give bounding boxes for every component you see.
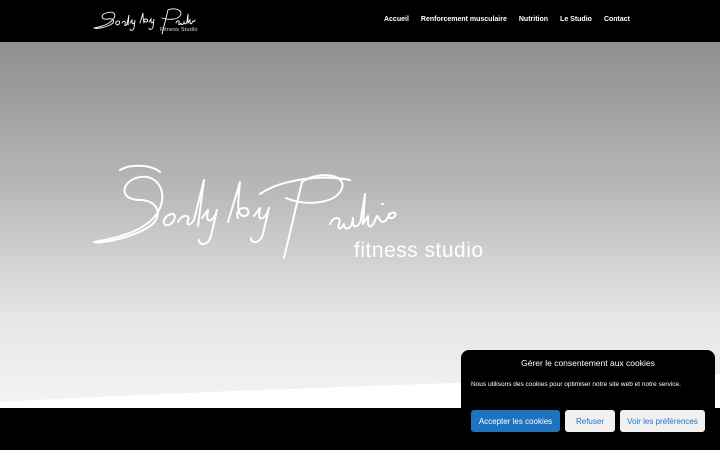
nav-item-le-studio[interactable]: Le Studio (560, 16, 592, 23)
cookie-consent-banner: Gérer le consentement aux cookies Nous u… (461, 350, 715, 450)
cookie-title: Gérer le consentement aux cookies (521, 358, 655, 368)
nav-item-accueil[interactable]: Accueil (384, 16, 409, 23)
hero-subtitle: fitness studio (354, 239, 484, 262)
logo-tagline: Fitness Studio (160, 27, 198, 33)
view-preferences-button[interactable]: Voir les préférences (620, 410, 705, 432)
nav-item-nutrition[interactable]: Nutrition (519, 16, 548, 23)
cookie-text: Nous utilisons des cookies pour optimise… (471, 381, 681, 388)
nav-item-contact[interactable]: Contact (604, 16, 630, 23)
refuse-cookies-button[interactable]: Refuser (565, 410, 615, 432)
accept-cookies-button[interactable]: Accepter les cookies (471, 410, 560, 432)
nav-item-renforcement-musculaire[interactable]: Renforcement musculaire (421, 16, 507, 23)
main-nav: Accueil Renforcement musculaire Nutritio… (384, 16, 630, 23)
site-header: Fitness Studio Accueil Renforcement musc… (0, 0, 720, 42)
